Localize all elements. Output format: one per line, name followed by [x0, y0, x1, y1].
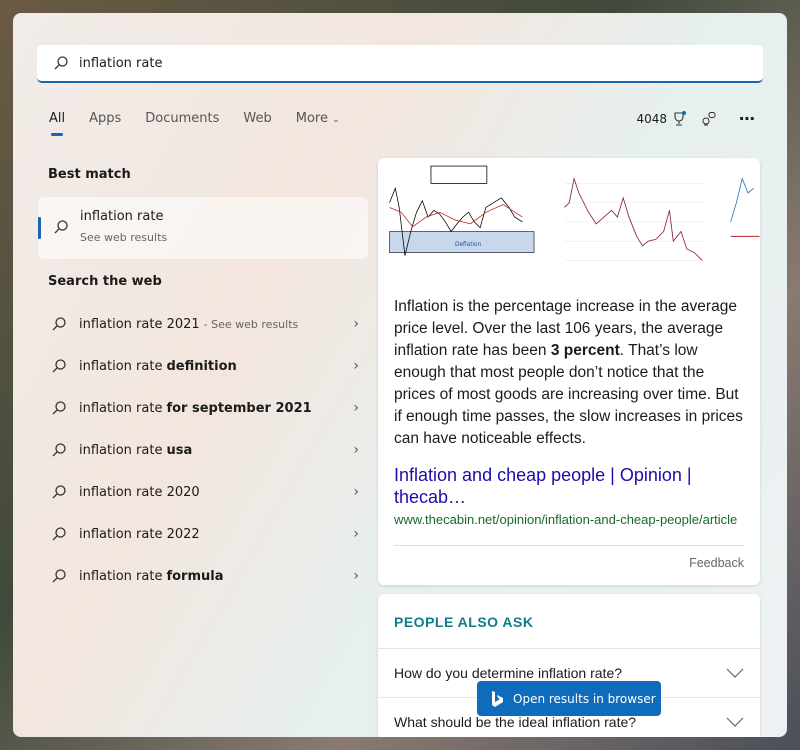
web-suggestion-item[interactable]: inflation rate 2020 ›: [51, 477, 359, 507]
suggestion-text: inflation rate: [79, 442, 163, 458]
suggestion-bold: usa: [166, 442, 193, 458]
web-suggestion-item[interactable]: inflation rate 2022 ›: [51, 519, 359, 549]
tab-apps[interactable]: Apps: [89, 111, 121, 126]
chevron-right-icon[interactable]: ›: [353, 484, 359, 500]
open-results-label: Open results in browser: [513, 691, 656, 706]
suggestion-text: inflation rate 2020: [79, 484, 200, 500]
search-icon: [51, 526, 67, 542]
web-suggestion-item[interactable]: inflation rate definition ›: [51, 351, 359, 381]
points-count: 4048: [636, 111, 667, 126]
suggestion-text: inflation rate: [79, 358, 163, 374]
tab-all[interactable]: All: [49, 111, 65, 136]
web-suggestion-item[interactable]: inflation rate 2021- See web results ›: [51, 309, 359, 339]
suggestion-text: inflation rate 2021: [79, 316, 200, 332]
search-icon: [54, 220, 68, 234]
share-icon[interactable]: [701, 111, 717, 127]
search-query: inflation rate: [79, 55, 163, 71]
filter-tabs: All Apps Documents Web More ⌄: [49, 111, 364, 136]
chevron-right-icon[interactable]: ›: [353, 316, 359, 332]
search-icon: [54, 56, 68, 70]
search-icon: [51, 358, 67, 374]
trophy-icon: [674, 110, 686, 126]
chevron-right-icon[interactable]: ›: [353, 358, 359, 374]
rewards-points[interactable]: 4048: [636, 110, 687, 127]
best-match-title: inflation rate: [80, 209, 164, 224]
search-input[interactable]: inflation rate: [37, 45, 763, 83]
search-panel: inflation rate All Apps Documents Web Mo…: [13, 13, 787, 737]
answer-text: Inflation is the percentage increase in …: [378, 280, 760, 450]
best-match-heading: Best match: [48, 167, 131, 182]
selection-indicator: [38, 217, 41, 239]
suggestion-bold: formula: [166, 568, 224, 584]
open-results-in-browser-button[interactable]: Open results in browser: [477, 681, 661, 716]
suggestion-note: - See web results: [203, 317, 299, 331]
feedback-link[interactable]: Feedback: [378, 556, 744, 570]
inflation-chart-thumbnail-partial: [721, 164, 760, 275]
toolbar: 4048 ⋯: [636, 109, 755, 128]
source-url[interactable]: www.thecabin.net/opinion/inflation-and-c…: [394, 512, 744, 527]
inflation-chart-thumbnail: Deflation: [378, 164, 542, 275]
question-text: How do you determine inflation rate?: [394, 665, 623, 681]
suggestion-text: inflation rate: [79, 568, 163, 584]
tab-more-label: More: [295, 111, 328, 126]
tab-web[interactable]: Web: [243, 111, 271, 126]
chevron-right-icon[interactable]: ›: [353, 526, 359, 542]
deflation-label: Deflation: [455, 242, 482, 248]
search-icon: [51, 484, 67, 500]
suggestion-text: inflation rate: [79, 400, 163, 416]
people-also-ask-heading: PEOPLE ALSO ASK: [378, 594, 760, 649]
web-suggestion-item[interactable]: inflation rate formula ›: [51, 561, 359, 591]
web-suggestion-item[interactable]: inflation rate for september 2021 ›: [51, 393, 359, 423]
chevron-down-icon: [726, 668, 744, 678]
best-match-subtitle: See web results: [80, 231, 168, 244]
answer-images[interactable]: Deflation: [378, 158, 760, 280]
search-icon: [51, 400, 67, 416]
answer-highlight: 3 percent: [550, 342, 620, 359]
global-inflation-chart-thumbnail: [549, 164, 714, 275]
suggestion-bold: for september 2021: [166, 400, 312, 416]
best-match-item[interactable]: inflation rate See web results: [38, 197, 368, 259]
chevron-down-icon: [726, 717, 744, 727]
search-icon: [51, 442, 67, 458]
divider: [394, 545, 744, 546]
answer-card: Deflation Inflation is the percentage in…: [378, 158, 760, 585]
search-icon: [51, 568, 67, 584]
chevron-right-icon[interactable]: ›: [353, 442, 359, 458]
tab-documents[interactable]: Documents: [145, 111, 219, 126]
tab-more[interactable]: More ⌄: [296, 111, 340, 126]
bing-icon: [492, 690, 503, 707]
suggestion-text: inflation rate 2022: [79, 526, 200, 542]
chevron-down-icon: ⌄: [332, 115, 340, 125]
search-icon: [51, 316, 67, 332]
question-text: What should be the ideal inflation rate?: [394, 714, 637, 730]
chevron-right-icon[interactable]: ›: [353, 400, 359, 416]
search-web-heading: Search the web: [48, 274, 162, 289]
source-link[interactable]: Inflation and cheap people | Opinion | t…: [394, 464, 744, 508]
suggestion-bold: definition: [166, 358, 237, 374]
more-icon[interactable]: ⋯: [739, 109, 755, 128]
web-suggestion-item[interactable]: inflation rate usa ›: [51, 435, 359, 465]
chevron-right-icon[interactable]: ›: [353, 568, 359, 584]
